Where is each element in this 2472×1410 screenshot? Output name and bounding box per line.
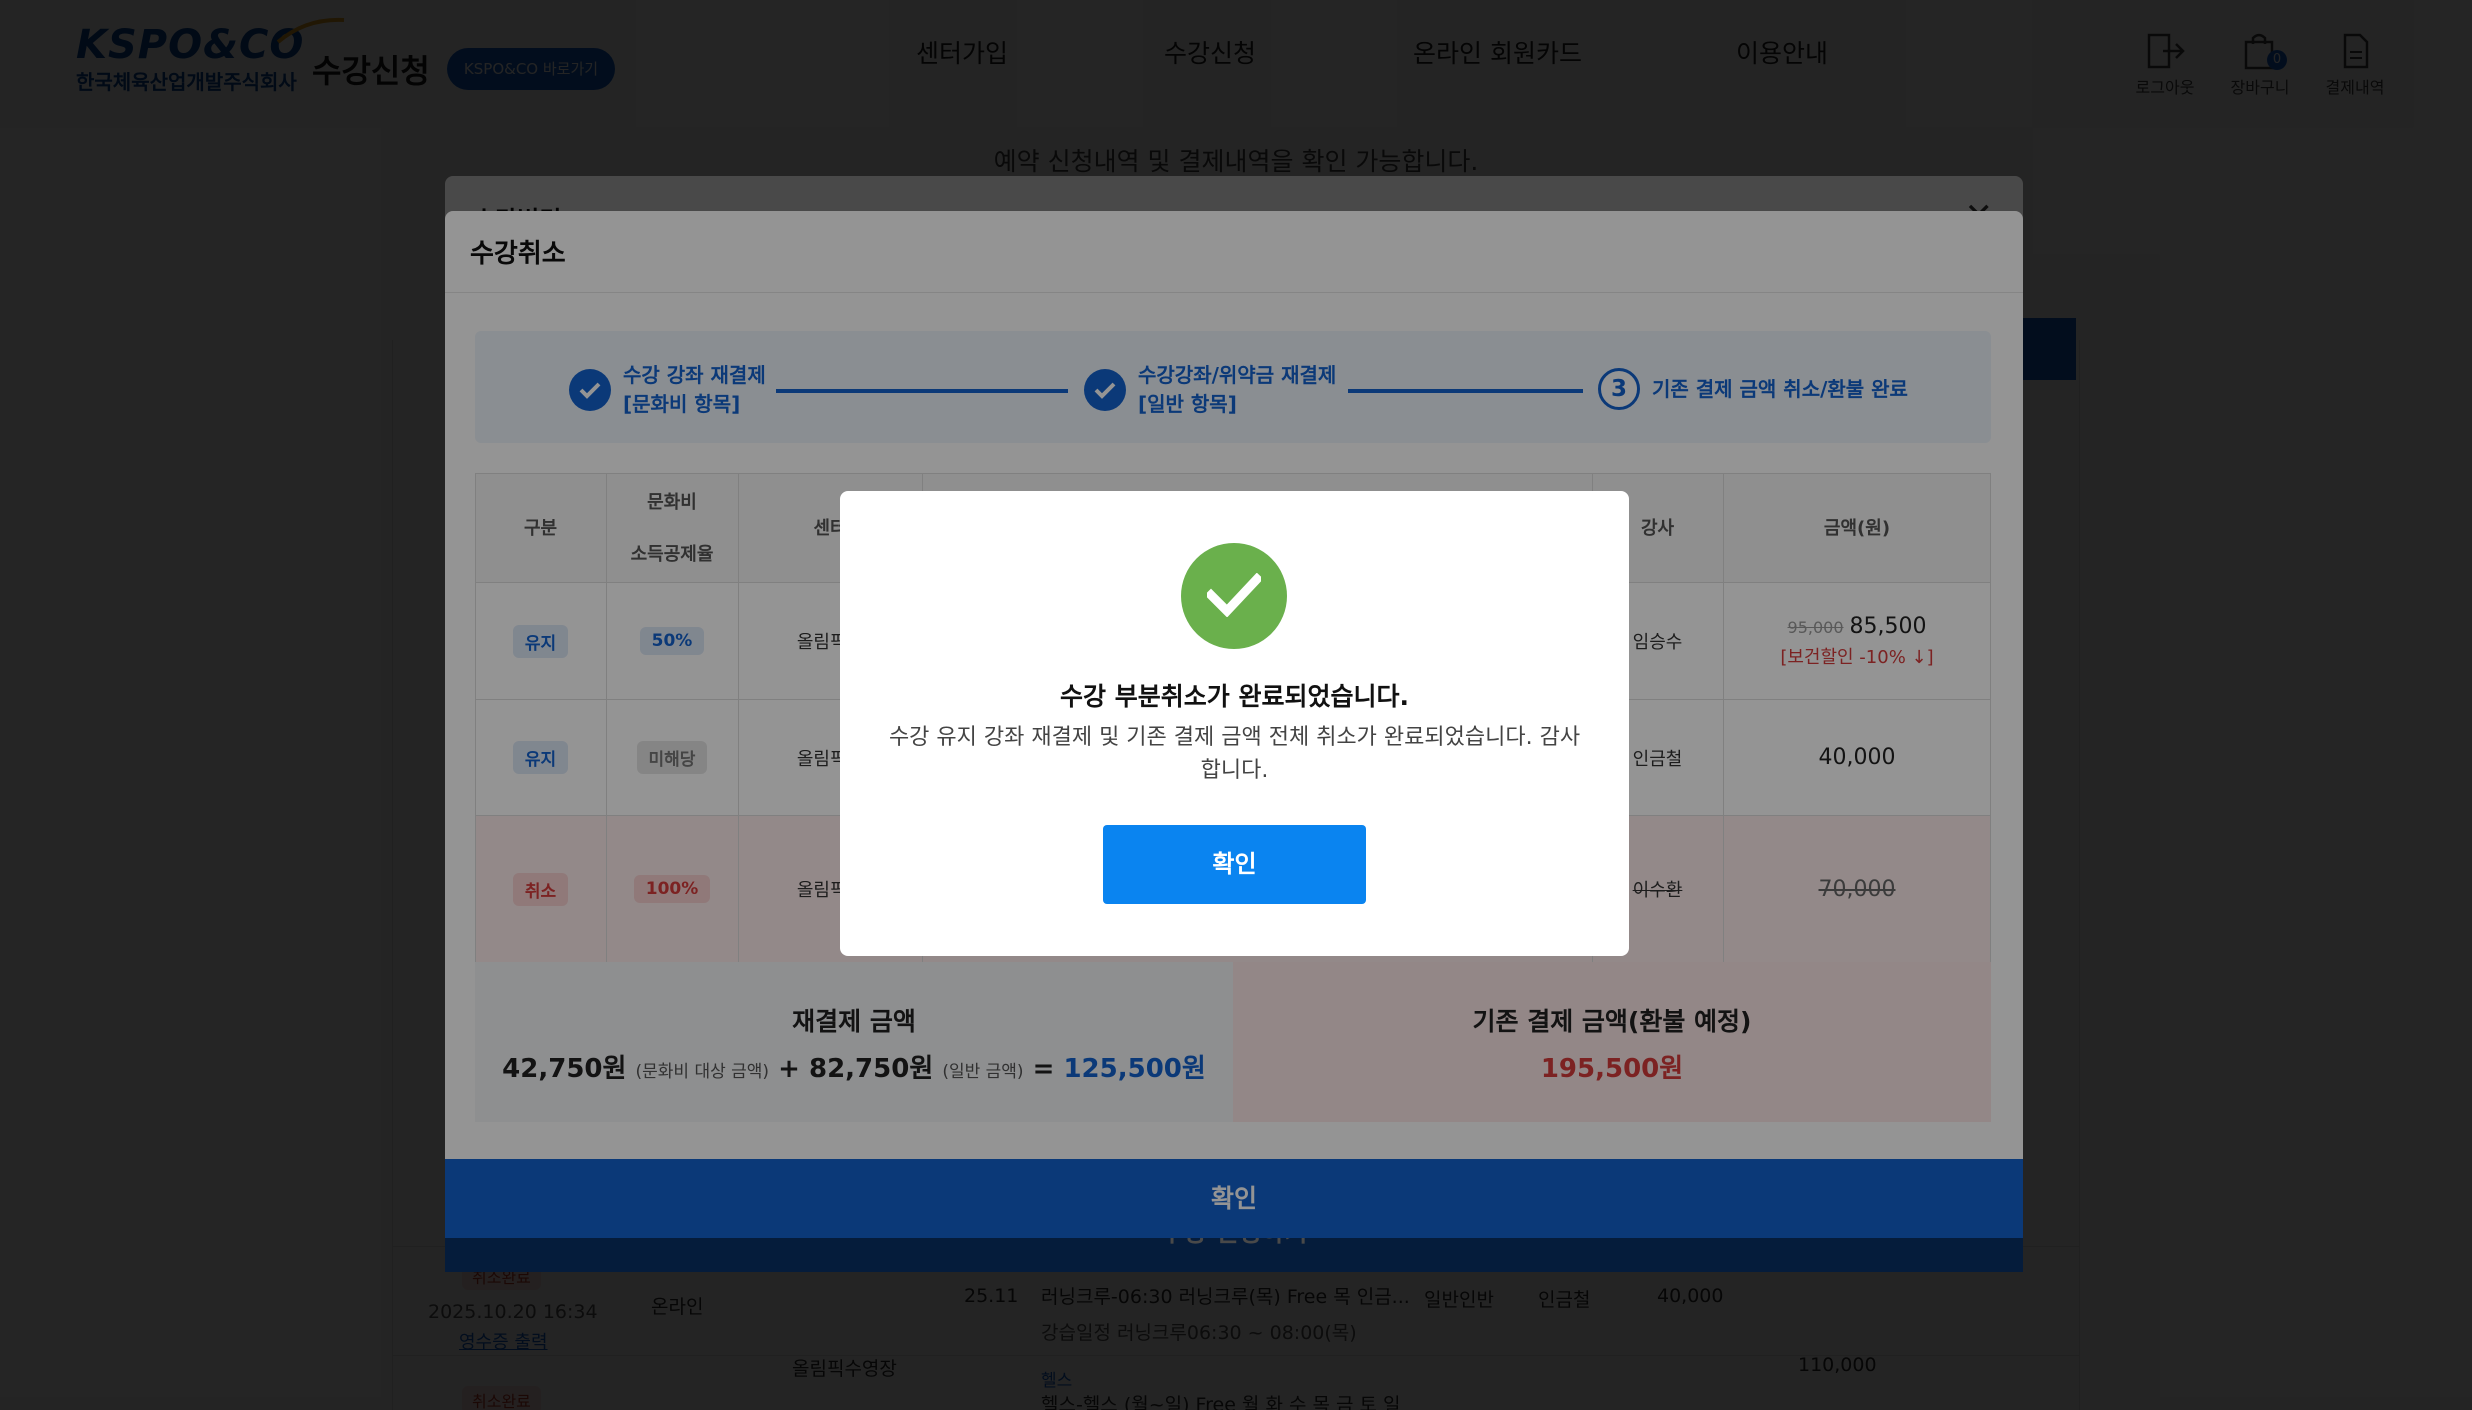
success-alert-dialog: 수강 부분취소가 완료되었습니다. 수강 유지 강좌 재결제 및 기존 결제 금… bbox=[840, 491, 1629, 956]
alert-title: 수강 부분취소가 완료되었습니다. bbox=[1060, 682, 1409, 711]
alert-confirm-button[interactable]: 확인 bbox=[1103, 825, 1366, 904]
check-circle-icon bbox=[1181, 543, 1287, 649]
alert-message: 수강 유지 강좌 재결제 및 기존 결제 금액 전체 취소가 완료되었습니다. … bbox=[888, 725, 1581, 783]
